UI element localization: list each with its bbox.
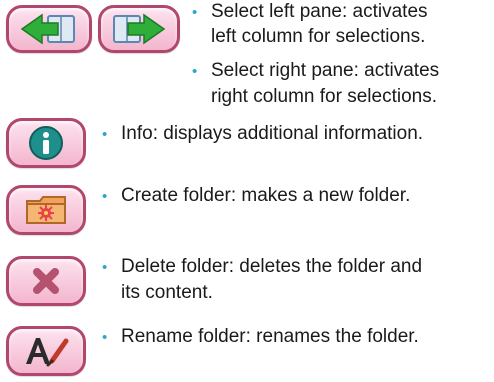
bullet: •: [102, 259, 108, 276]
create-folder-text: Create folder: makes a new folder.: [121, 185, 411, 206]
delete-icon: [33, 268, 59, 294]
bullet: •: [192, 63, 198, 80]
delete-folder-button[interactable]: [6, 256, 86, 306]
rename-folder-text: Rename folder: renames the folder.: [121, 326, 419, 347]
arrow-right-icon: [113, 13, 166, 45]
info-text: Info: displays additional information.: [121, 123, 424, 144]
arrow-left-icon: [20, 13, 75, 45]
rename-icon: [26, 338, 69, 367]
select-right-pane-button[interactable]: [98, 5, 180, 53]
rename-folder-button[interactable]: [6, 326, 86, 376]
folder-icon: [26, 196, 66, 224]
select-right-text-line2: right column for selections.: [211, 86, 437, 107]
delete-folder-text-line1: Delete folder: deletes the folder and: [121, 256, 423, 277]
create-folder-button[interactable]: [6, 185, 86, 235]
delete-folder-text-line2: its content.: [121, 282, 213, 303]
select-left-text-line1: Select left pane: activates: [211, 1, 428, 22]
select-left-text-line2: left column for selections.: [211, 26, 426, 47]
select-right-text-line1: Select right pane: activates: [211, 60, 440, 81]
bullet: •: [102, 188, 108, 205]
bullet: •: [192, 4, 198, 21]
select-left-pane-button[interactable]: [6, 5, 92, 53]
info-icon: [29, 126, 63, 160]
bullet: •: [102, 329, 108, 346]
bullet: •: [102, 126, 108, 143]
info-button[interactable]: [6, 118, 86, 168]
